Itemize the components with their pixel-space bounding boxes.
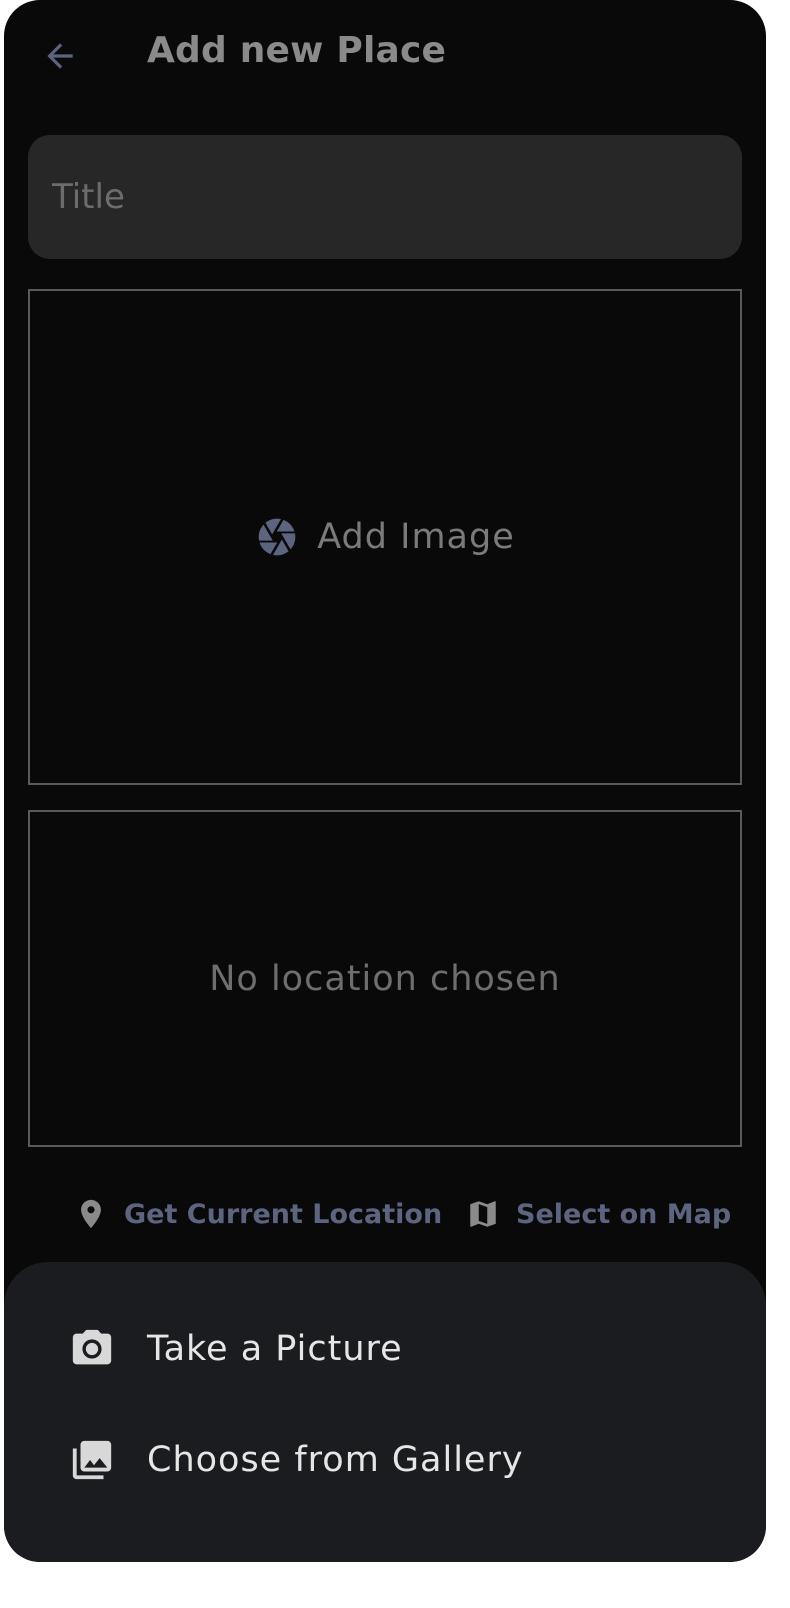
get-current-location-label: Get Current Location [124, 1198, 443, 1230]
title-field[interactable] [28, 135, 742, 259]
location-preview: No location chosen [28, 810, 742, 1147]
photo-library-icon [68, 1436, 116, 1484]
select-on-map-label: Select on Map [516, 1198, 732, 1230]
camera-icon [68, 1325, 116, 1373]
choose-from-gallery-option[interactable]: Choose from Gallery [4, 1415, 766, 1505]
location-pin-icon [81, 1199, 101, 1229]
get-current-location-button[interactable]: Get Current Location [74, 1186, 442, 1242]
app-bar: Add new Place [4, 0, 766, 110]
add-image-label: Add Image [317, 517, 515, 557]
add-image-button[interactable]: Add Image [255, 515, 515, 559]
app-screen: Add new Place Add Image No location chos… [4, 0, 766, 1562]
map-icon [470, 1201, 496, 1227]
image-source-bottom-sheet: Take a Picture Choose from Gallery [4, 1262, 766, 1562]
camera-aperture-icon [258, 518, 296, 556]
image-picker[interactable]: Add Image [28, 289, 742, 785]
location-status: No location chosen [209, 958, 561, 999]
arrow-back-icon [47, 43, 73, 69]
location-actions: Get Current Location Select on Map [4, 1186, 766, 1242]
take-picture-label: Take a Picture [147, 1329, 403, 1369]
title-input[interactable] [28, 135, 742, 259]
take-picture-option[interactable]: Take a Picture [4, 1304, 766, 1394]
select-on-map-button[interactable]: Select on Map [466, 1186, 731, 1242]
page-title: Add new Place [147, 30, 447, 71]
choose-from-gallery-label: Choose from Gallery [147, 1440, 524, 1480]
back-button[interactable] [38, 36, 82, 76]
